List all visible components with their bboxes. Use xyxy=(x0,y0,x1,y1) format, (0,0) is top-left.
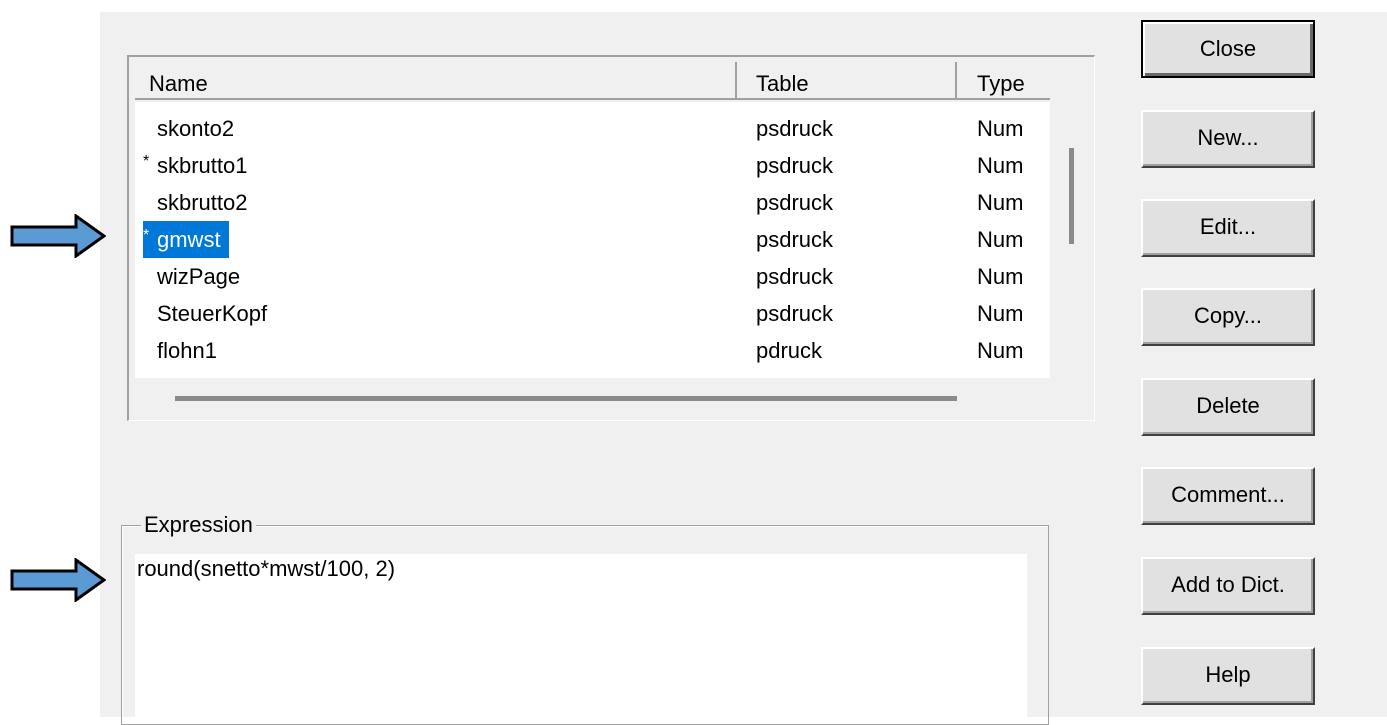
expression-label: Expression xyxy=(141,511,256,539)
row-name-cell: wizPage xyxy=(143,258,240,295)
column-header-type[interactable]: Type xyxy=(957,62,1050,100)
column-header-table[interactable]: Table xyxy=(737,62,957,100)
row-table: psdruck xyxy=(756,190,834,215)
list-header: Name Table Type xyxy=(135,62,1050,102)
list-rows: skonto2 psdruck Num * skbrutto1 psdruck N… xyxy=(135,110,1050,369)
row-name: flohn1 xyxy=(157,338,217,363)
row-mark: * xyxy=(143,153,150,170)
variables-list[interactable]: Name Table Type skonto2 psdruck Num * skb… xyxy=(135,62,1050,378)
list-row[interactable]: skbrutto2 psdruck Num xyxy=(135,184,1050,221)
row-name: SteuerKopf xyxy=(157,301,268,326)
right-arrow-icon xyxy=(10,558,106,602)
row-table: psdruck xyxy=(756,153,834,178)
row-type: Num xyxy=(977,227,1024,252)
row-mark: * xyxy=(143,227,150,244)
row-name: skbrutto2 xyxy=(157,190,248,215)
row-name: skonto2 xyxy=(157,116,235,141)
column-header-name[interactable]: Name xyxy=(135,62,737,100)
delete-button[interactable]: Delete xyxy=(1141,378,1315,436)
row-name: wizPage xyxy=(157,264,241,289)
row-name: skbrutto1 xyxy=(157,153,248,178)
row-name-cell: * skbrutto1 xyxy=(143,147,248,184)
help-button[interactable]: Help xyxy=(1141,647,1315,705)
list-row[interactable]: * skbrutto1 psdruck Num xyxy=(135,147,1050,184)
vertical-scrollbar-thumb[interactable] xyxy=(1069,148,1074,244)
copy-button[interactable]: Copy... xyxy=(1141,288,1315,346)
row-name: gmwst xyxy=(157,227,221,252)
row-type: Num xyxy=(977,190,1024,215)
list-row-selected[interactable]: * gmwst psdruck Num xyxy=(135,221,1050,258)
edit-button[interactable]: Edit... xyxy=(1141,199,1315,257)
horizontal-scrollbar-thumb[interactable] xyxy=(175,396,957,401)
row-type: Num xyxy=(977,153,1024,178)
close-button[interactable]: Close xyxy=(1141,20,1315,78)
add-to-dict-button[interactable]: Add to Dict. xyxy=(1141,557,1315,615)
new-button[interactable]: New... xyxy=(1141,110,1315,168)
row-name-cell: skbrutto2 xyxy=(143,184,248,221)
list-row[interactable]: skonto2 psdruck Num xyxy=(135,110,1050,147)
right-arrow-icon xyxy=(10,214,106,258)
comment-button[interactable]: Comment... xyxy=(1141,467,1315,525)
list-row[interactable]: wizPage psdruck Num xyxy=(135,258,1050,295)
row-type: Num xyxy=(977,264,1024,289)
expression-field[interactable]: round(snetto*mwst/100, 2) xyxy=(135,554,1027,724)
row-name-cell: SteuerKopf xyxy=(143,295,267,332)
row-name-cell: flohn1 xyxy=(143,332,217,369)
row-table: psdruck xyxy=(756,227,834,252)
row-table: pdruck xyxy=(756,338,823,363)
row-type: Num xyxy=(977,116,1024,141)
row-name-cell: * gmwst xyxy=(143,221,229,258)
row-table: psdruck xyxy=(756,301,834,326)
row-table: psdruck xyxy=(756,264,834,289)
row-type: Num xyxy=(977,301,1024,326)
row-table: psdruck xyxy=(756,116,834,141)
list-row[interactable]: SteuerKopf psdruck Num xyxy=(135,295,1050,332)
row-type: Num xyxy=(977,338,1024,363)
row-name-cell: skonto2 xyxy=(143,110,234,147)
list-row[interactable]: flohn1 pdruck Num xyxy=(135,332,1050,369)
